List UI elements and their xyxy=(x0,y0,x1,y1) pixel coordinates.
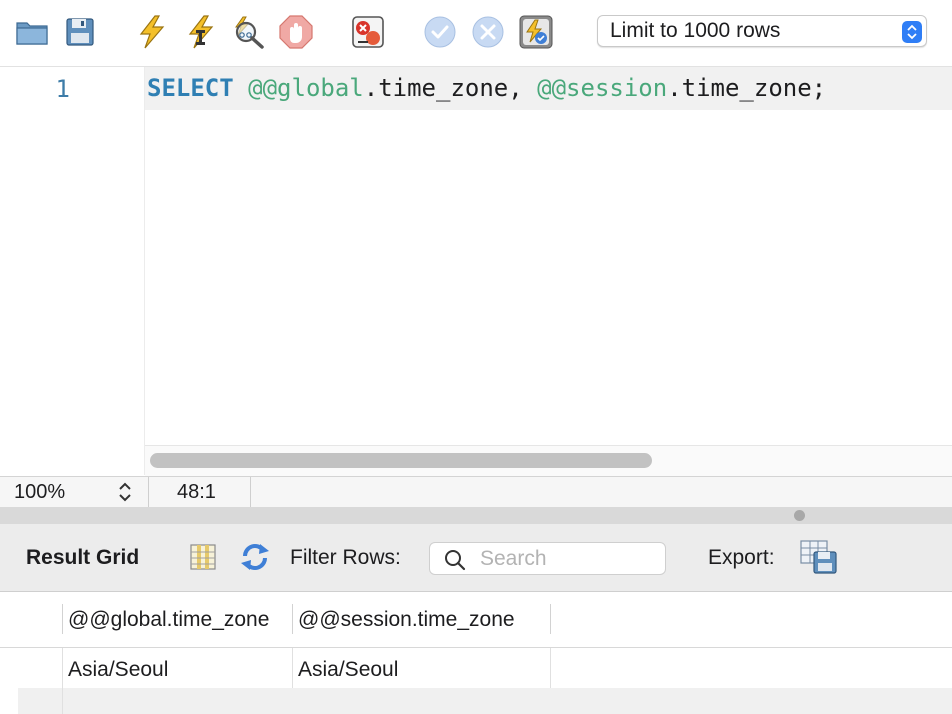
column-header[interactable]: @@global.time_zone xyxy=(68,608,269,632)
table-row[interactable]: Asia/Seoul Asia/Seoul xyxy=(0,648,952,688)
save-icon[interactable] xyxy=(62,14,98,50)
execute-icon[interactable] xyxy=(134,14,170,50)
sql-variable-session: @@session xyxy=(537,74,668,102)
sql-text: .time_zone; xyxy=(667,74,827,102)
form-editor-icon[interactable] xyxy=(187,540,219,574)
table-cell[interactable]: Asia/Seoul xyxy=(68,658,168,682)
sql-keyword: SELECT xyxy=(147,74,234,102)
sql-variable-global: @@global xyxy=(248,74,364,102)
export-icon[interactable] xyxy=(800,540,838,574)
cell-divider xyxy=(62,648,63,688)
commit-icon[interactable] xyxy=(422,14,458,50)
editor-statusbar: 100% 48:1 xyxy=(0,476,952,508)
line-number-gutter: 1 xyxy=(0,67,145,475)
filter-search-box[interactable] xyxy=(429,542,666,575)
open-folder-icon[interactable] xyxy=(14,14,50,50)
statusbar-divider xyxy=(148,477,149,507)
horizontal-scrollbar[interactable] xyxy=(145,445,952,476)
table-cell[interactable]: Asia/Seoul xyxy=(298,658,398,682)
empty-row[interactable] xyxy=(18,688,952,714)
column-header[interactable]: @@session.time_zone xyxy=(298,608,515,632)
zoom-level[interactable]: 100% xyxy=(14,477,65,507)
cell-divider xyxy=(62,688,63,714)
search-input[interactable] xyxy=(480,545,660,572)
line-number: 1 xyxy=(55,75,70,103)
grid-header-row: @@global.time_zone @@session.time_zone xyxy=(0,592,952,648)
column-divider[interactable] xyxy=(62,604,63,634)
code-line[interactable]: SELECT @@global.time_zone, @@session.tim… xyxy=(145,67,952,110)
search-icon xyxy=(445,550,466,571)
stop-icon[interactable] xyxy=(278,14,314,50)
statusbar-divider xyxy=(250,477,251,507)
sql-editor[interactable]: 1 SELECT @@global.time_zone, @@session.t… xyxy=(0,67,952,476)
result-grid-tab[interactable]: Result Grid xyxy=(26,546,139,570)
scrollbar-thumb[interactable] xyxy=(150,453,652,468)
splitter-handle[interactable] xyxy=(794,510,805,521)
panel-splitter[interactable] xyxy=(0,507,952,524)
limit-rows-value: Limit to 1000 rows xyxy=(610,19,781,42)
filter-rows-label: Filter Rows: xyxy=(290,546,401,569)
execute-current-statement-icon[interactable] xyxy=(182,14,218,50)
query-toolbar: Limit to 1000 rows xyxy=(0,0,952,67)
cursor-position: 48:1 xyxy=(177,481,216,503)
toggle-error-continue-icon[interactable] xyxy=(350,14,386,50)
sql-text: .time_zone, xyxy=(363,74,538,102)
result-grid[interactable]: @@global.time_zone @@session.time_zone A… xyxy=(0,592,952,714)
zoom-stepper-icon[interactable] xyxy=(116,480,134,504)
rollback-icon[interactable] xyxy=(470,14,506,50)
chevron-up-down-icon xyxy=(902,21,922,43)
autocommit-toggle-icon[interactable] xyxy=(518,14,554,50)
export-label: Export: xyxy=(708,546,775,569)
cell-divider xyxy=(550,648,551,688)
limit-rows-select[interactable]: Limit to 1000 rows xyxy=(597,15,927,47)
column-divider[interactable] xyxy=(550,604,551,634)
column-divider[interactable] xyxy=(292,604,293,634)
refresh-icon[interactable] xyxy=(239,540,271,574)
cell-divider xyxy=(292,648,293,688)
explain-icon[interactable] xyxy=(230,14,266,50)
results-toolbar: Result Grid Filter Rows: Export: xyxy=(0,524,952,592)
